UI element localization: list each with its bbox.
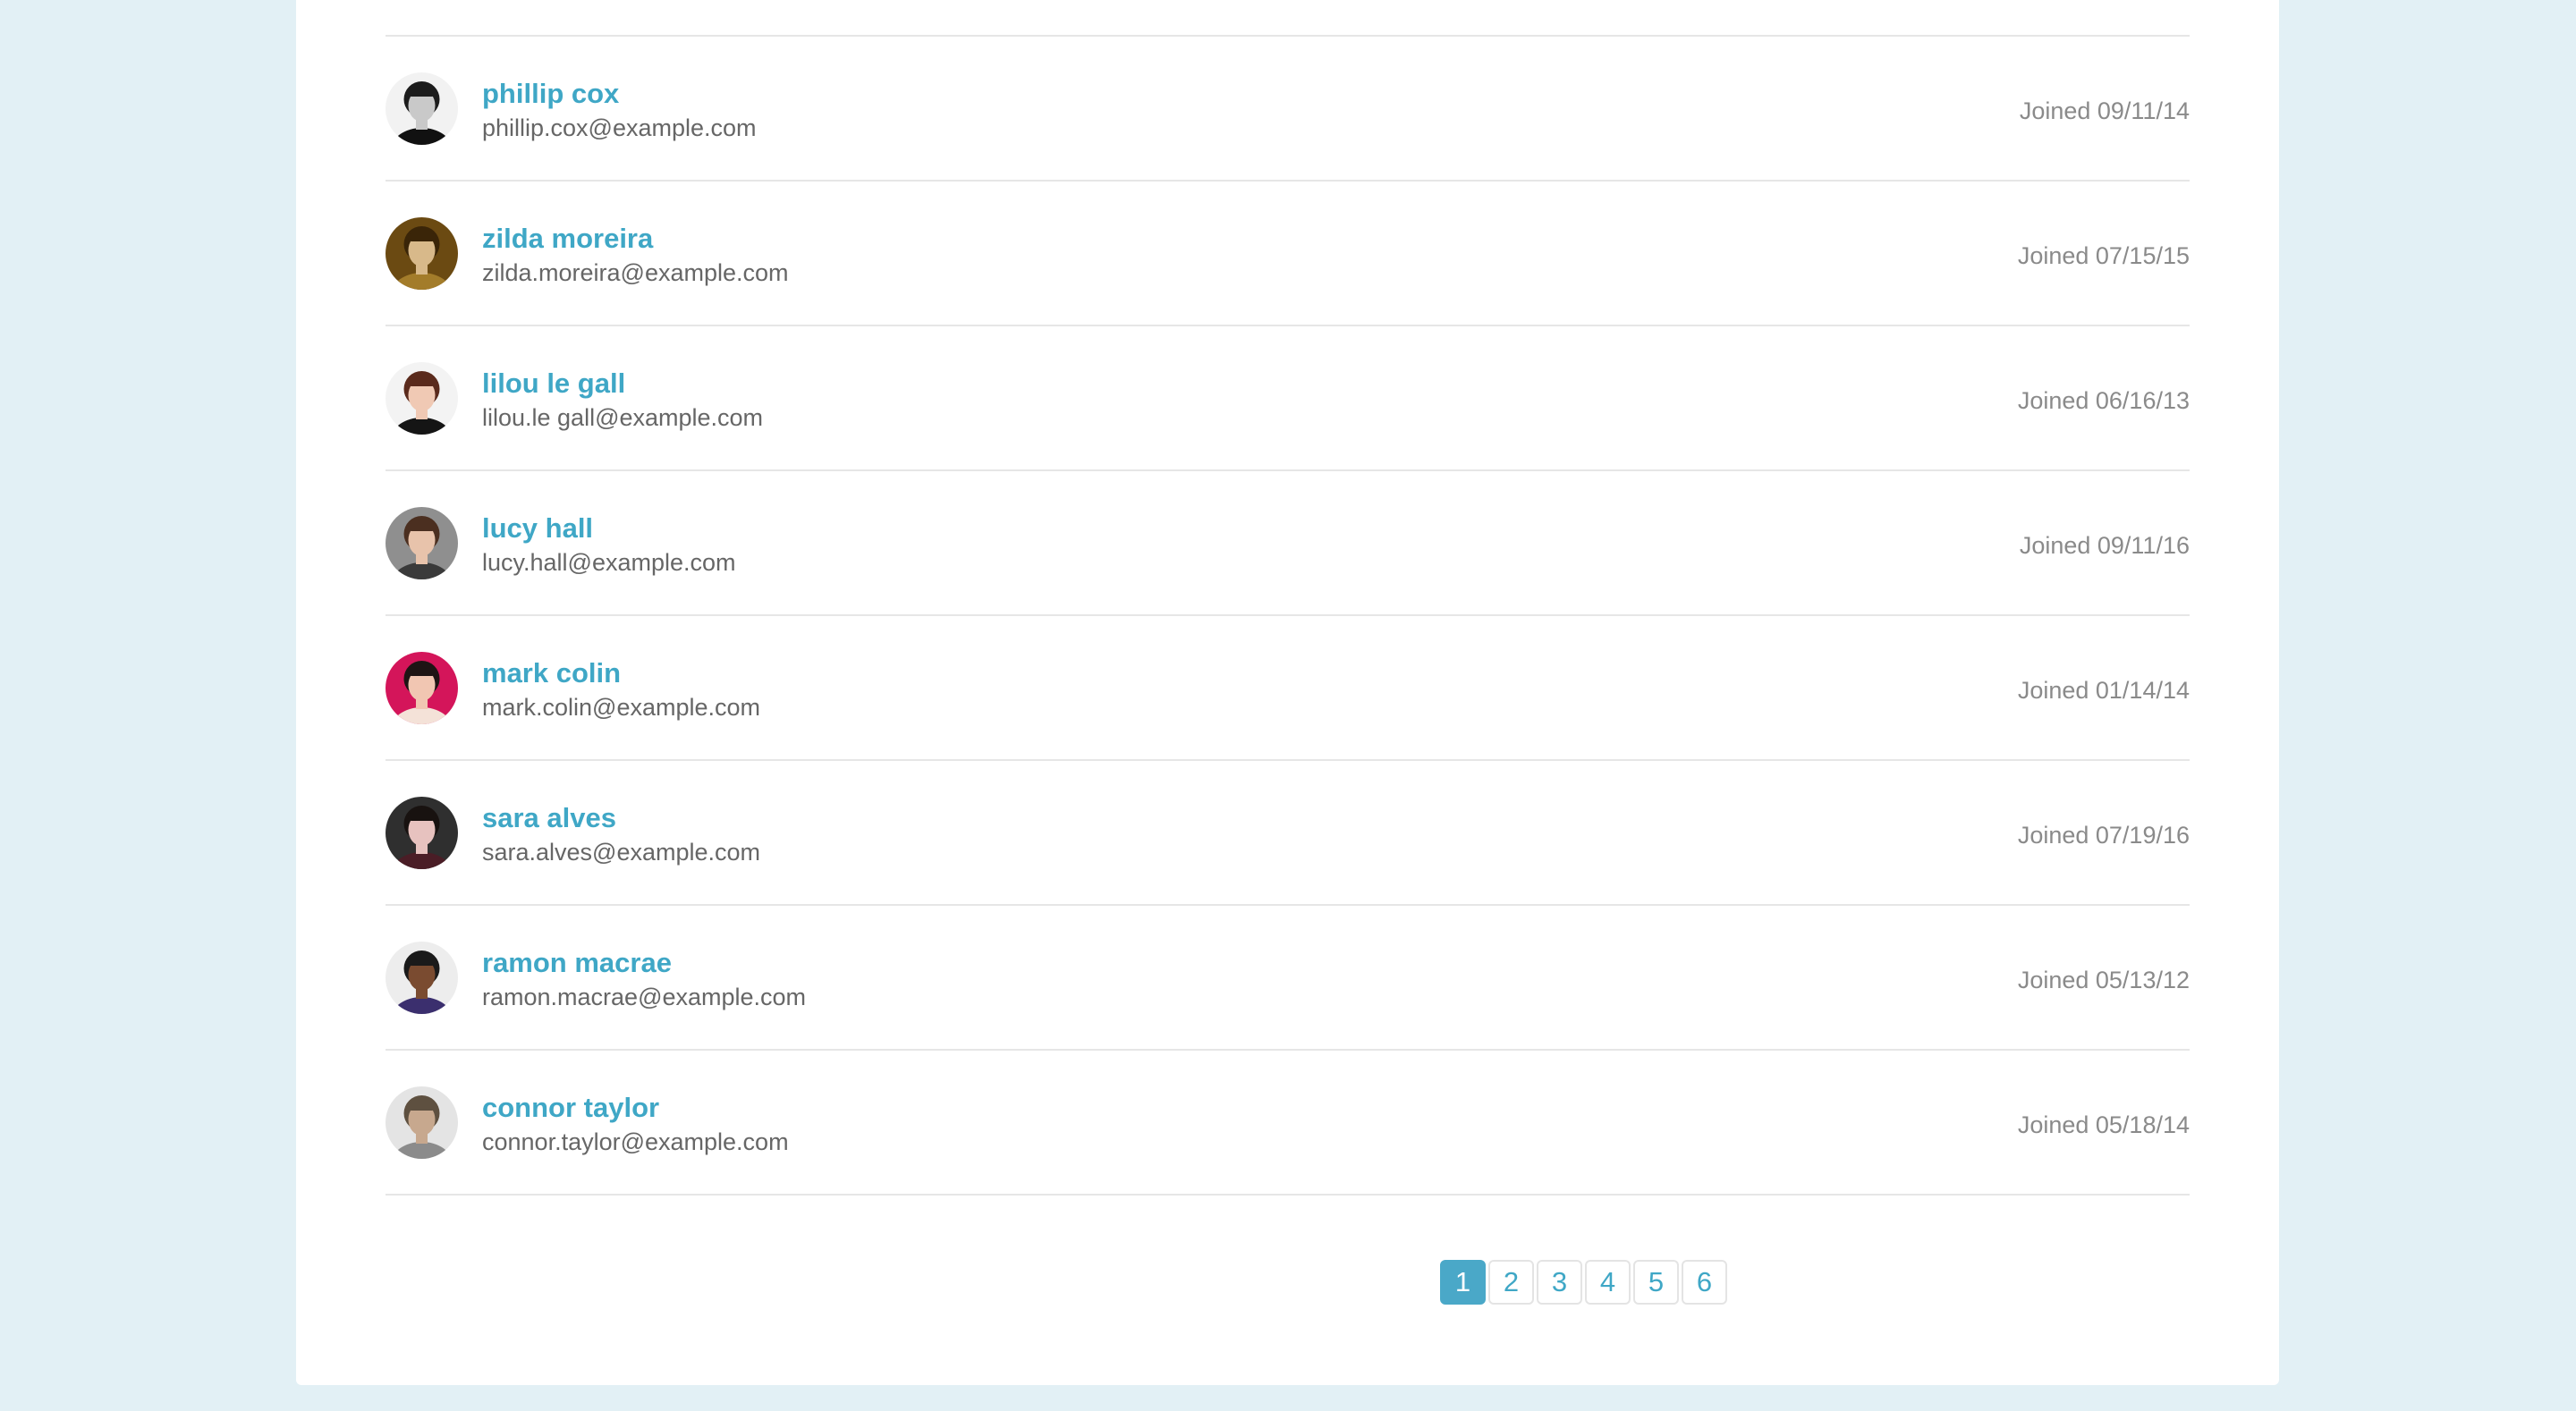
user-name-link[interactable]: ramon macrae (482, 947, 672, 979)
avatar[interactable] (386, 362, 458, 435)
page-button-6[interactable]: 6 (1682, 1260, 1727, 1305)
user-name-link[interactable]: phillip cox (482, 78, 619, 110)
user-email: mark.colin@example.com (482, 694, 761, 721)
user-row: lucy hall lucy.hall@example.com Joined 09/… (386, 471, 2190, 616)
user-name-link[interactable]: zilda moreira (482, 223, 653, 255)
page-button-1[interactable]: 1 (1440, 1260, 1486, 1305)
user-row: phillip cox phillip.cox@example.com Joined… (386, 37, 2190, 182)
user-joined-date: Joined 09/11/14 (2019, 97, 2190, 124)
user-email: phillip.cox@example.com (482, 114, 757, 141)
avatar[interactable] (386, 652, 458, 724)
user-name-link[interactable]: mark colin (482, 657, 621, 689)
user-joined-date: Joined 07/19/16 (2017, 822, 2190, 849)
user-email: ramon.macrae@example.com (482, 984, 807, 1010)
page-button-3[interactable]: 3 (1537, 1260, 1582, 1305)
user-row: zilda moreira zilda.moreira@example.com Jo… (386, 182, 2190, 326)
user-list: phillip cox phillip.cox@example.com Joined… (386, 35, 2190, 1196)
avatar[interactable] (386, 942, 458, 1014)
avatar[interactable] (386, 217, 458, 290)
user-row: sara alves sara.alves@example.com Joined 0… (386, 761, 2190, 906)
page-button-4[interactable]: 4 (1585, 1260, 1631, 1305)
user-joined-date: Joined 05/18/14 (2017, 1111, 2190, 1138)
user-email: connor.taylor@example.com (482, 1128, 789, 1155)
user-email: lucy.hall@example.com (482, 549, 736, 576)
user-joined-date: Joined 01/14/14 (2017, 677, 2190, 704)
user-joined-date: Joined 06/16/13 (2017, 387, 2190, 414)
user-row: ramon macrae ramon.macrae@example.com Join… (386, 906, 2190, 1051)
user-email: zilda.moreira@example.com (482, 259, 789, 286)
avatar[interactable] (386, 72, 458, 145)
avatar[interactable] (386, 507, 458, 579)
user-name-link[interactable]: lucy hall (482, 512, 593, 545)
user-name-link[interactable]: lilou le gall (482, 368, 625, 400)
pagination: 123456 (1440, 1260, 1727, 1305)
avatar[interactable] (386, 1086, 458, 1159)
page-button-5[interactable]: 5 (1633, 1260, 1679, 1305)
user-joined-date: Joined 09/11/16 (2019, 532, 2190, 559)
user-row: lilou le gall lilou.le gall@example.com Jo… (386, 326, 2190, 471)
user-joined-date: Joined 05/13/12 (2017, 967, 2190, 993)
user-list-panel: phillip cox phillip.cox@example.com Joined… (296, 0, 2279, 1385)
user-joined-date: Joined 07/15/15 (2017, 242, 2190, 269)
user-row: connor taylor connor.taylor@example.com Jo… (386, 1051, 2190, 1196)
page-button-2[interactable]: 2 (1488, 1260, 1534, 1305)
user-email: sara.alves@example.com (482, 839, 761, 866)
user-name-link[interactable]: connor taylor (482, 1092, 659, 1124)
avatar[interactable] (386, 797, 458, 869)
user-row: mark colin mark.colin@example.com Joined 0… (386, 616, 2190, 761)
user-name-link[interactable]: sara alves (482, 802, 616, 834)
user-email: lilou.le gall@example.com (482, 404, 764, 431)
